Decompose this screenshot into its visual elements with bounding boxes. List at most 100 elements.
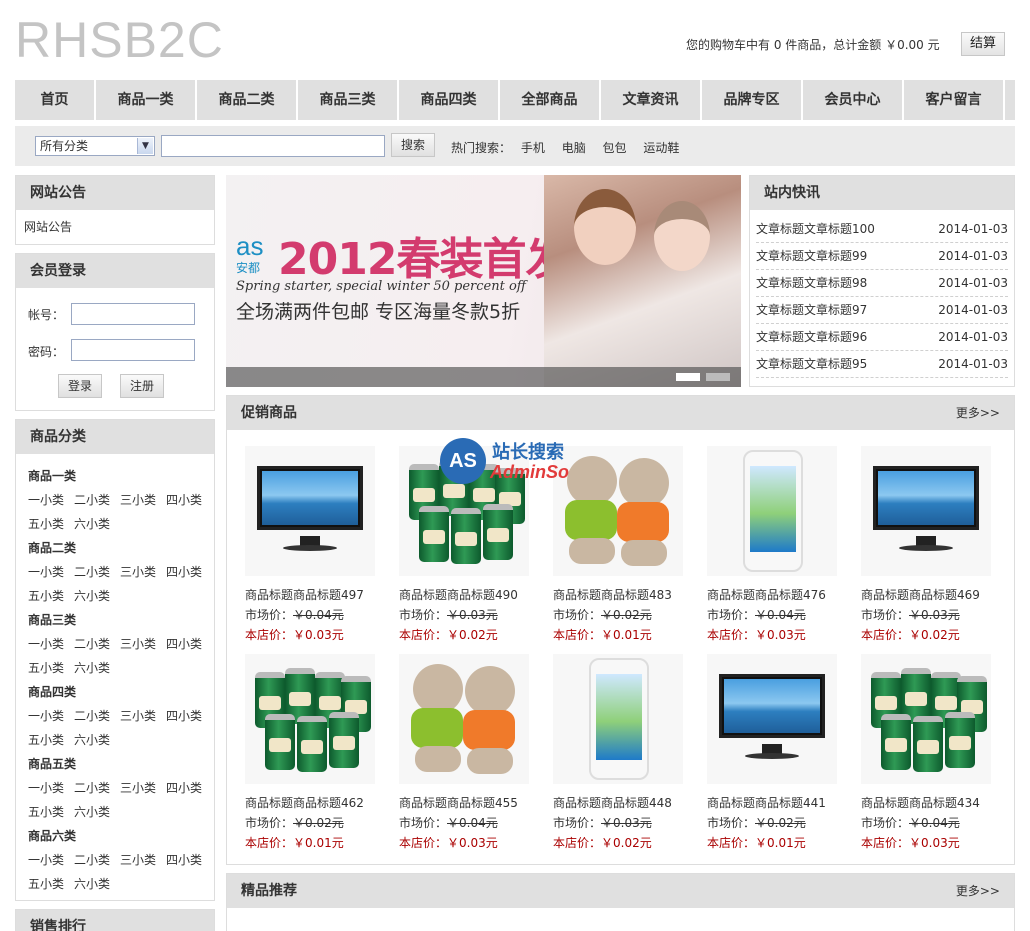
news-item[interactable]: 文章标题文章标题98 2014-01-03: [756, 270, 1008, 297]
subcategory-link[interactable]: 五小类: [28, 800, 74, 824]
category-group-title[interactable]: 商品一类: [28, 464, 202, 488]
subcategory-link[interactable]: 五小类: [28, 728, 74, 752]
nav-item[interactable]: 商品二类: [197, 80, 298, 120]
password-field[interactable]: [71, 339, 195, 361]
subcategory-link[interactable]: 五小类: [28, 872, 74, 896]
product-card[interactable]: 商品标题商品标题455 市场价：￥0.04元 本店价：￥0.03元: [399, 654, 539, 853]
checkout-button[interactable]: 结算: [961, 32, 1005, 56]
product-title[interactable]: 商品标题商品标题497: [245, 585, 385, 605]
subcategory-link[interactable]: 三小类: [120, 632, 166, 656]
news-item[interactable]: 文章标题文章标题97 2014-01-03: [756, 297, 1008, 324]
nav-item[interactable]: 商品四类: [399, 80, 500, 120]
news-item[interactable]: 文章标题文章标题96 2014-01-03: [756, 324, 1008, 351]
news-item[interactable]: 文章标题文章标题100 2014-01-03: [756, 216, 1008, 243]
product-title[interactable]: 商品标题商品标题462: [245, 793, 385, 813]
nav-item[interactable]: 商品一类: [96, 80, 197, 120]
news-item[interactable]: 文章标题文章标题95 2014-01-03: [756, 351, 1008, 378]
product-image[interactable]: [861, 654, 991, 784]
subcategory-link[interactable]: 六小类: [74, 656, 120, 680]
product-image[interactable]: [553, 654, 683, 784]
subcategory-link[interactable]: 四小类: [166, 560, 212, 584]
news-item-title[interactable]: 文章标题文章标题96: [756, 324, 867, 350]
product-image[interactable]: [245, 446, 375, 576]
hot-term[interactable]: 手机: [521, 141, 545, 155]
product-title[interactable]: 商品标题商品标题441: [707, 793, 847, 813]
subcategory-link[interactable]: 五小类: [28, 512, 74, 536]
subcategory-link[interactable]: 一小类: [28, 560, 74, 584]
product-card[interactable]: 商品标题商品标题469 市场价：￥0.03元 本店价：￥0.02元: [861, 446, 1001, 645]
news-item[interactable]: 文章标题文章标题99 2014-01-03: [756, 243, 1008, 270]
hot-term[interactable]: 运动鞋: [643, 141, 679, 155]
subcategory-link[interactable]: 六小类: [74, 584, 120, 608]
news-item-title[interactable]: 文章标题文章标题95: [756, 351, 867, 377]
subcategory-link[interactable]: 三小类: [120, 488, 166, 512]
nav-item[interactable]: 文章资讯: [601, 80, 702, 120]
category-group-title[interactable]: 商品二类: [28, 536, 202, 560]
nav-item[interactable]: 全部商品: [500, 80, 601, 120]
product-title[interactable]: 商品标题商品标题469: [861, 585, 1001, 605]
subcategory-link[interactable]: 六小类: [74, 800, 120, 824]
chevron-down-icon[interactable]: ▼: [137, 138, 153, 154]
news-item-title[interactable]: 文章标题文章标题98: [756, 270, 867, 296]
subcategory-link[interactable]: 三小类: [120, 704, 166, 728]
subcategory-link[interactable]: 二小类: [74, 488, 120, 512]
hot-term[interactable]: 电脑: [562, 141, 586, 155]
product-image[interactable]: [707, 446, 837, 576]
subcategory-link[interactable]: 六小类: [74, 728, 120, 752]
login-button[interactable]: 登录: [58, 374, 102, 398]
news-item-title[interactable]: 文章标题文章标题97: [756, 297, 867, 323]
product-title[interactable]: 商品标题商品标题483: [553, 585, 693, 605]
category-group-title[interactable]: 商品三类: [28, 608, 202, 632]
subcategory-link[interactable]: 三小类: [120, 776, 166, 800]
search-button[interactable]: 搜索: [391, 133, 435, 157]
subcategory-link[interactable]: 四小类: [166, 488, 212, 512]
news-item-title[interactable]: 文章标题文章标题99: [756, 243, 867, 269]
nav-item[interactable]: 首页: [15, 80, 96, 120]
product-card[interactable]: 商品标题商品标题441 市场价：￥0.02元 本店价：￥0.01元: [707, 654, 847, 853]
product-title[interactable]: 商品标题商品标题455: [399, 793, 539, 813]
subcategory-link[interactable]: 一小类: [28, 776, 74, 800]
subcategory-link[interactable]: 六小类: [74, 872, 120, 896]
subcategory-link[interactable]: 六小类: [74, 512, 120, 536]
nav-item[interactable]: 品牌专区: [702, 80, 803, 120]
product-card[interactable]: 商品标题商品标题462 市场价：￥0.02元 本店价：￥0.01元: [245, 654, 385, 853]
category-group-title[interactable]: 商品六类: [28, 824, 202, 848]
register-button[interactable]: 注册: [120, 374, 164, 398]
product-image[interactable]: [861, 446, 991, 576]
subcategory-link[interactable]: 四小类: [166, 632, 212, 656]
subcategory-link[interactable]: 一小类: [28, 848, 74, 872]
more-link[interactable]: 更多>>: [956, 396, 1000, 430]
banner-dot-active[interactable]: [676, 373, 700, 381]
category-group-title[interactable]: 商品四类: [28, 680, 202, 704]
subcategory-link[interactable]: 三小类: [120, 560, 166, 584]
product-card[interactable]: 商品标题商品标题434 市场价：￥0.04元 本店价：￥0.03元: [861, 654, 1001, 853]
nav-item[interactable]: 会员中心: [803, 80, 904, 120]
nav-item[interactable]: 客户留言: [904, 80, 1005, 120]
subcategory-link[interactable]: 四小类: [166, 776, 212, 800]
hot-term[interactable]: 包包: [603, 141, 627, 155]
subcategory-link[interactable]: 五小类: [28, 584, 74, 608]
product-title[interactable]: 商品标题商品标题434: [861, 793, 1001, 813]
subcategory-link[interactable]: 四小类: [166, 848, 212, 872]
product-image[interactable]: [707, 654, 837, 784]
product-title[interactable]: 商品标题商品标题448: [553, 793, 693, 813]
category-group-title[interactable]: 商品五类: [28, 752, 202, 776]
product-image[interactable]: [399, 654, 529, 784]
subcategory-link[interactable]: 一小类: [28, 488, 74, 512]
subcategory-link[interactable]: 二小类: [74, 632, 120, 656]
subcategory-link[interactable]: 四小类: [166, 704, 212, 728]
subcategory-link[interactable]: 二小类: [74, 848, 120, 872]
more-link[interactable]: 更多>>: [956, 874, 1000, 908]
banner-dot[interactable]: [706, 373, 730, 381]
product-title[interactable]: 商品标题商品标题490: [399, 585, 539, 605]
product-card[interactable]: 商品标题商品标题476 市场价：￥0.04元 本店价：￥0.03元: [707, 446, 847, 645]
subcategory-link[interactable]: 三小类: [120, 848, 166, 872]
product-title[interactable]: 商品标题商品标题476: [707, 585, 847, 605]
promo-banner[interactable]: as 安都 2012春装首发 Spring starter, special w…: [226, 175, 741, 387]
product-image[interactable]: [245, 654, 375, 784]
product-card[interactable]: 商品标题商品标题497 市场价：￥0.04元 本店价：￥0.03元: [245, 446, 385, 645]
search-input[interactable]: [161, 135, 385, 157]
subcategory-link[interactable]: 一小类: [28, 632, 74, 656]
nav-item[interactable]: 商品三类: [298, 80, 399, 120]
subcategory-link[interactable]: 五小类: [28, 656, 74, 680]
